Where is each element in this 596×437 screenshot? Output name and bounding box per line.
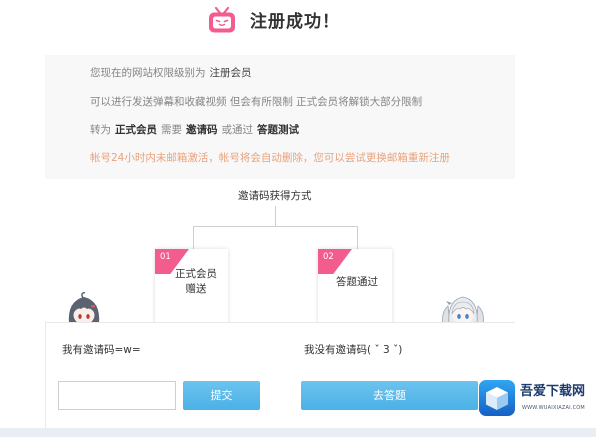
upgrade-invite-code: 邀请码 (186, 124, 218, 136)
method-label-line2: 赠送 (185, 283, 207, 295)
page-title: 注册成功！ (250, 12, 340, 32)
activation-warning: 帐号24小时内未邮箱激活，帐号将会自动删除，您可以尝试更换邮箱重新注册 (90, 152, 450, 164)
tree-connector-line (193, 226, 358, 227)
watermark-name: 吾爱下载网 (520, 384, 586, 399)
method-card-quiz-pass: 02 答题通过 (318, 249, 392, 329)
permission-level-value: 注册会员 (209, 67, 252, 79)
watermark-url: WWW.WUAIXIAZAI.COM (522, 405, 585, 411)
have-invite-label: 我有邀请码=w= (62, 344, 141, 356)
invite-panel: 我有邀请码=w= 提交 我没有邀请码( ˇ 3 ˇ) 去答题 (45, 322, 515, 437)
permission-description: 可以进行发送弹幕和收藏视频 但会有所限制 正式会员将解锁大部分限制 (90, 96, 423, 108)
method-number: 02 (323, 252, 334, 262)
permission-level-text: 您现在的网站权限级别为 (90, 67, 206, 79)
info-panel: 您现在的网站权限级别为 注册会员 可以进行发送弹幕和收藏视频 但会有所限制 正式会… (45, 55, 515, 179)
mascot-left-image (66, 291, 102, 325)
upgrade-instructions: 转为 正式会员 需要 邀请码 或通过 答题测试 (90, 123, 303, 137)
upgrade-need: 需要 (161, 124, 182, 136)
bilibili-tv-icon (207, 6, 237, 34)
mascot-right-image (441, 292, 485, 325)
upgrade-or: 或通过 (221, 124, 254, 136)
invite-methods-title: 邀请码获得方式 (238, 190, 312, 202)
tree-connector-line (193, 226, 194, 250)
upgrade-target: 正式会员 (115, 124, 157, 136)
method-label: 正式会员 (175, 268, 217, 280)
upgrade-prefix: 转为 (90, 124, 111, 136)
method-number: 01 (160, 252, 171, 262)
no-invite-label: 我没有邀请码( ˇ 3 ˇ) (304, 344, 403, 356)
start-quiz-button[interactable]: 去答题 (301, 381, 478, 410)
cube-icon (479, 380, 515, 416)
tree-connector-line (275, 206, 276, 226)
method-label: 答题通过 (336, 276, 378, 288)
tree-connector-line (357, 226, 358, 250)
permission-level-line: 您现在的网站权限级别为 注册会员 (90, 66, 256, 80)
page-bottom-edge (0, 428, 596, 437)
upgrade-quiz: 答题测试 (257, 124, 299, 136)
method-card-member-gift: 01 正式会员 赠送 (155, 249, 228, 329)
invite-code-input[interactable] (58, 381, 176, 410)
submit-button[interactable]: 提交 (183, 381, 260, 410)
